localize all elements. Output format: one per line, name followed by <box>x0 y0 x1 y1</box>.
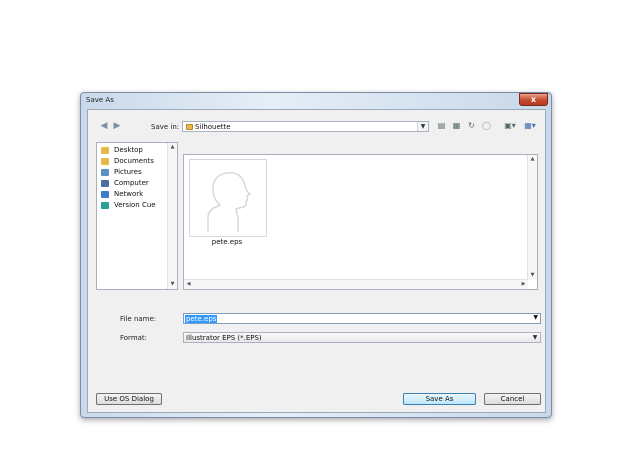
place-computer[interactable]: Computer <box>101 179 171 189</box>
format-dropdown[interactable]: Illustrator EPS (*.EPS) ▼ <box>183 332 541 343</box>
file-name-field[interactable]: pete.eps ▼ <box>183 313 541 324</box>
back-arrow-icon[interactable]: ◀ <box>99 121 109 131</box>
silhouette-thumbnail-icon <box>189 159 267 237</box>
use-os-dialog-button[interactable]: Use OS Dialog <box>96 393 162 405</box>
file-list-pane: pete.eps ▲ ▼ ◀ ▶ <box>183 154 538 290</box>
place-version-cue[interactable]: Version Cue <box>101 201 171 211</box>
scroll-down-icon[interactable]: ▼ <box>168 280 177 289</box>
new-folder-icon[interactable]: ▦ <box>452 121 461 130</box>
chevron-down-icon[interactable]: ▼ <box>530 333 540 342</box>
window-title: Save As <box>86 96 114 104</box>
place-label: Version Cue <box>114 201 156 209</box>
files-vertical-scrollbar[interactable]: ▲ ▼ <box>527 155 537 280</box>
title-bar[interactable]: Save As x <box>81 93 551 107</box>
scroll-up-icon[interactable]: ▲ <box>528 155 537 164</box>
file-name-value: pete.eps <box>185 315 218 323</box>
up-folder-icon[interactable]: ▤ <box>437 121 446 130</box>
folder-icon <box>101 158 109 165</box>
file-name-field-label: File name: <box>120 315 157 323</box>
scroll-right-icon[interactable]: ▶ <box>519 280 528 289</box>
forward-arrow-icon[interactable]: ▶ <box>112 121 122 131</box>
files-horizontal-scrollbar[interactable]: ◀ ▶ <box>184 279 528 289</box>
chevron-down-icon[interactable]: ▼ <box>417 122 428 131</box>
save-as-dialog: Save As x ◀ ▶ Save in: Silhouette ▼ ▤ ▦ … <box>80 92 552 418</box>
file-name-label: pete.eps <box>211 238 243 246</box>
version-cue-icon <box>101 202 109 209</box>
folder-icon <box>186 124 193 130</box>
drive-icon[interactable]: ◯ <box>482 121 491 130</box>
close-button[interactable]: x <box>519 93 548 106</box>
pictures-icon <box>101 169 109 176</box>
place-label: Computer <box>114 179 149 187</box>
save-in-dropdown[interactable]: Silhouette ▼ <box>182 121 429 132</box>
scroll-down-icon[interactable]: ▼ <box>528 271 537 280</box>
network-icon <box>101 191 109 198</box>
save-in-label: Save in: <box>151 123 180 131</box>
place-label: Documents <box>114 157 154 165</box>
dialog-client-area: ◀ ▶ Save in: Silhouette ▼ ▤ ▦ ↻ ◯ ▣▾ ▦▾ … <box>87 109 546 413</box>
place-label: Pictures <box>114 168 142 176</box>
place-documents[interactable]: Documents <box>101 157 171 167</box>
chevron-down-icon[interactable]: ▼ <box>533 314 538 321</box>
places-list: Desktop Documents Pictures Computer Netw… <box>96 142 178 290</box>
folder-icon <box>101 147 109 154</box>
place-label: Desktop <box>114 146 143 154</box>
place-label: Network <box>114 190 144 198</box>
places-scrollbar[interactable]: ▲ ▼ <box>167 143 177 289</box>
tools-menu-icon[interactable]: ▣▾ <box>502 121 518 130</box>
cancel-button[interactable]: Cancel <box>484 393 541 405</box>
place-network[interactable]: Network <box>101 190 171 200</box>
scroll-up-icon[interactable]: ▲ <box>168 143 177 152</box>
view-menu-icon[interactable]: ▦▾ <box>522 121 538 130</box>
format-value: Illustrator EPS (*.EPS) <box>186 334 262 342</box>
refresh-icon[interactable]: ↻ <box>467 121 476 130</box>
format-field-label: Format: <box>120 334 148 342</box>
save-in-value: Silhouette <box>195 123 231 131</box>
save-button[interactable]: Save As <box>403 393 476 405</box>
computer-icon <box>101 180 109 187</box>
place-desktop[interactable]: Desktop <box>101 146 171 156</box>
scroll-left-icon[interactable]: ◀ <box>184 280 193 289</box>
place-pictures[interactable]: Pictures <box>101 168 171 178</box>
